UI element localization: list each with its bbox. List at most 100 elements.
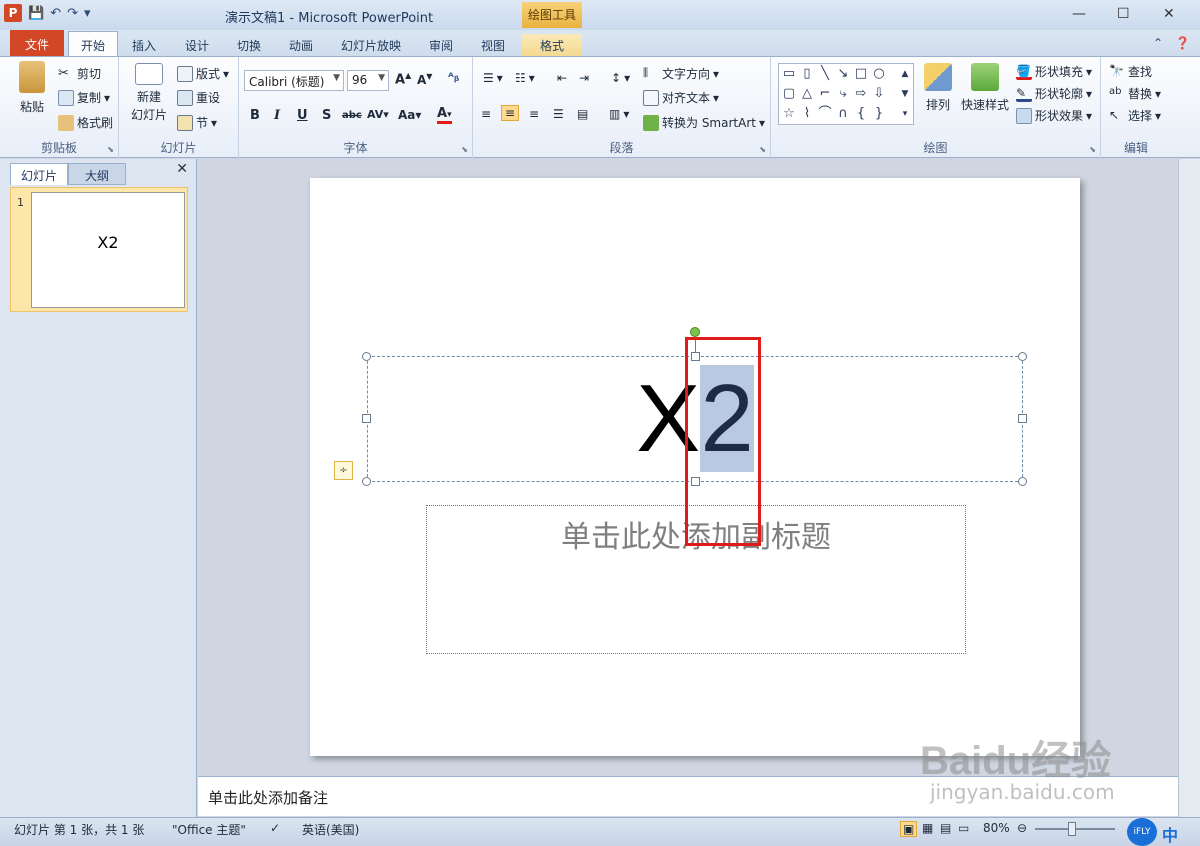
line-spacing-button[interactable]: ↕ ▾: [611, 71, 630, 85]
shapes-gallery[interactable]: ▭ ▯ ╲ ↘ □ ○ ▢ △ ⌐ ⤷ ⇨ ⇩ ☆ ⌇ ⌒ ∩ { } ▲ ▼ …: [778, 63, 914, 125]
italic-button[interactable]: I: [274, 108, 280, 123]
shape-effects-button[interactable]: 形状效果 ▾: [1016, 107, 1092, 124]
drawing-launcher-icon[interactable]: ⬊: [1089, 145, 1096, 154]
vertical-scrollbar[interactable]: [1178, 159, 1200, 817]
right-brace-shape-icon[interactable]: }: [871, 106, 887, 122]
clipboard-launcher-icon[interactable]: ⬊: [107, 145, 114, 154]
paste-button[interactable]: 粘贴: [12, 61, 52, 115]
font-size-combo[interactable]: 96 ▼: [347, 70, 389, 91]
minimize-button[interactable]: —: [1072, 6, 1086, 22]
slide-thumbnail-1[interactable]: 1 X2: [10, 187, 188, 312]
help-icon[interactable]: ❓: [1175, 36, 1190, 50]
resize-handle-top-right[interactable]: [1018, 352, 1027, 361]
zoom-slider-knob[interactable]: [1068, 822, 1076, 836]
minimize-ribbon-icon[interactable]: ⌃: [1153, 36, 1163, 50]
zoom-level[interactable]: 80%: [983, 821, 1010, 835]
freeform-shape-icon[interactable]: ⌇: [799, 106, 815, 122]
spell-check-icon[interactable]: ✓: [270, 821, 280, 835]
rectangle-shape-icon[interactable]: □: [853, 66, 869, 82]
resize-handle-bottom-left[interactable]: [362, 477, 371, 486]
tab-view[interactable]: 视图: [473, 34, 513, 56]
elbow-arrow-shape-icon[interactable]: ⤷: [835, 86, 851, 102]
format-painter-button[interactable]: 格式刷: [58, 114, 113, 131]
textbox-shape-icon[interactable]: ▭: [781, 66, 797, 82]
columns-button[interactable]: ▥ ▾: [609, 107, 629, 121]
language-status[interactable]: 英语(美国): [302, 821, 359, 838]
tab-slideshow[interactable]: 幻灯片放映: [334, 34, 408, 56]
increase-indent-button[interactable]: ⇥: [579, 71, 589, 85]
reading-view-icon[interactable]: ▤: [940, 821, 951, 835]
shape-outline-button[interactable]: ✎ 形状轮廓 ▾: [1016, 85, 1092, 102]
reset-button[interactable]: 重设: [177, 89, 220, 106]
text-direction-button[interactable]: ⫼ 文字方向 ▾: [643, 65, 719, 82]
rotation-handle[interactable]: [690, 327, 700, 337]
gallery-scroll-up-icon[interactable]: ▲: [897, 66, 913, 82]
shrink-font-button[interactable]: A▼: [417, 72, 432, 87]
ime-mode-indicator[interactable]: 中: [1162, 822, 1178, 846]
new-slide-button[interactable]: 新建 幻灯片: [125, 63, 173, 123]
font-color-button[interactable]: A▾: [437, 106, 452, 124]
tab-design[interactable]: 设计: [177, 34, 217, 56]
resize-handle-bottom-right[interactable]: [1018, 477, 1027, 486]
tab-outline-pane[interactable]: 大纲: [68, 163, 126, 185]
left-brace-shape-icon[interactable]: {: [853, 106, 869, 122]
zoom-out-icon[interactable]: ⊖: [1017, 821, 1027, 835]
change-case-button[interactable]: Aa▾: [398, 108, 421, 122]
align-text-button[interactable]: 对齐文本 ▾: [643, 89, 719, 106]
resize-handle-right[interactable]: [1018, 414, 1027, 423]
copy-button[interactable]: 复制 ▾: [58, 89, 110, 106]
align-right-button[interactable]: ≡: [529, 107, 539, 121]
tab-transitions[interactable]: 切换: [229, 34, 269, 56]
save-icon[interactable]: 💾: [28, 6, 44, 21]
elbow-connector-shape-icon[interactable]: ⌐: [817, 86, 833, 102]
justify-button[interactable]: ☰: [553, 107, 564, 121]
find-button[interactable]: 🔭 查找: [1109, 63, 1152, 80]
rounded-rectangle-shape-icon[interactable]: ▢: [781, 86, 797, 102]
bold-button[interactable]: B: [250, 108, 260, 123]
resize-handle-top-left[interactable]: [362, 352, 371, 361]
decrease-indent-button[interactable]: ⇤: [557, 71, 567, 85]
curve-shape-icon[interactable]: ∩: [835, 106, 851, 122]
underline-button[interactable]: U: [297, 108, 308, 123]
strikethrough-button[interactable]: abc: [342, 110, 362, 121]
clear-format-button[interactable]: ᴬᵦ: [448, 70, 459, 84]
redo-icon[interactable]: ↷: [67, 6, 78, 21]
undo-icon[interactable]: ↶: [50, 6, 61, 21]
line-shape-icon[interactable]: ╲: [817, 66, 833, 82]
bullets-button[interactable]: ☰ ▾: [483, 71, 503, 85]
arrow-line-shape-icon[interactable]: ↘: [835, 66, 851, 82]
tab-file[interactable]: 文件: [10, 30, 64, 56]
numbering-button[interactable]: ☷ ▾: [515, 71, 535, 85]
font-launcher-icon[interactable]: ⬊: [461, 145, 468, 154]
tab-home[interactable]: 开始: [68, 31, 118, 56]
character-spacing-button[interactable]: AV▾: [367, 108, 389, 121]
autofit-options-icon[interactable]: ÷: [334, 461, 353, 480]
section-button[interactable]: 节 ▾: [177, 114, 217, 131]
grow-font-button[interactable]: A▲: [395, 71, 411, 87]
cut-button[interactable]: ✂ 剪切: [58, 65, 101, 82]
vertical-textbox-shape-icon[interactable]: ▯: [799, 66, 815, 82]
shape-fill-button[interactable]: 🪣 形状填充 ▾: [1016, 63, 1092, 80]
tab-format[interactable]: 格式: [522, 34, 582, 56]
powerpoint-logo-icon[interactable]: P: [4, 4, 22, 22]
gallery-expand-icon[interactable]: ▾: [897, 106, 913, 122]
customize-qat-icon[interactable]: ▾: [84, 6, 91, 21]
ifly-ime-icon[interactable]: iFLY: [1127, 818, 1157, 846]
maximize-button[interactable]: ☐: [1117, 6, 1130, 22]
align-center-button[interactable]: ≡: [501, 105, 520, 121]
convert-smartart-button[interactable]: 转换为 SmartArt ▾: [643, 114, 765, 131]
layout-button[interactable]: 版式 ▾: [177, 65, 229, 82]
quick-styles-button[interactable]: 快速样式: [959, 63, 1011, 113]
shadow-button[interactable]: S: [322, 108, 331, 123]
normal-view-icon[interactable]: ▣: [900, 821, 918, 837]
slide-sorter-view-icon[interactable]: ▦: [922, 821, 933, 835]
distribute-button[interactable]: ▤: [577, 107, 588, 121]
select-button[interactable]: ↖ 选择 ▾: [1109, 107, 1161, 124]
align-left-button[interactable]: ≡: [481, 107, 491, 121]
right-arrow-shape-icon[interactable]: ⇨: [853, 86, 869, 102]
tab-review[interactable]: 审阅: [421, 34, 461, 56]
star-shape-icon[interactable]: ☆: [781, 106, 797, 122]
tab-insert[interactable]: 插入: [124, 34, 164, 56]
oval-shape-icon[interactable]: ○: [871, 66, 887, 82]
tab-slides-pane[interactable]: 幻灯片: [10, 163, 68, 185]
